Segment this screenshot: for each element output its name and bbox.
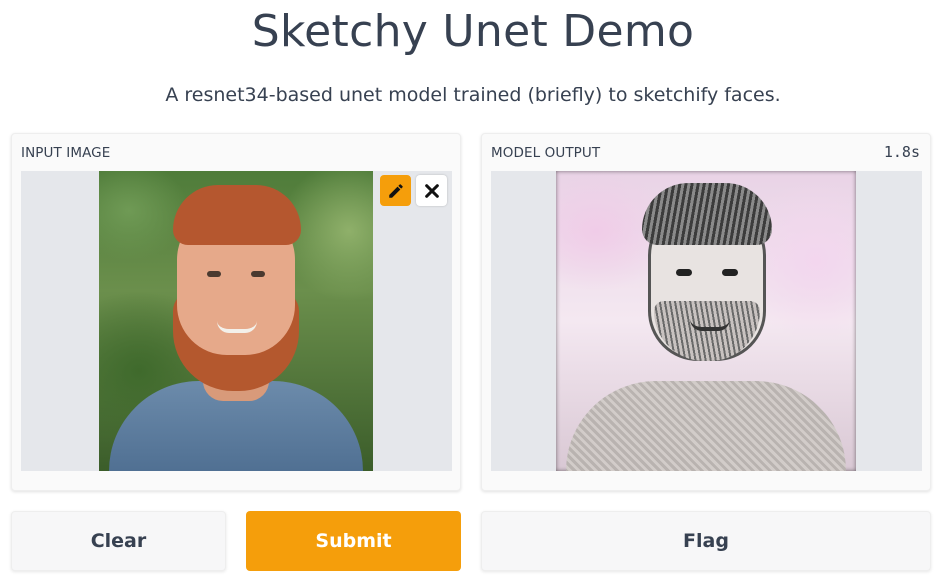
remove-image-button[interactable] [416, 175, 447, 206]
edit-image-button[interactable] [380, 175, 411, 206]
flag-button[interactable]: Flag [481, 511, 931, 571]
output-image-area [491, 171, 922, 471]
model-output-label: MODEL OUTPUT [491, 145, 601, 161]
submit-button[interactable]: Submit [246, 511, 461, 571]
input-photo [99, 171, 373, 471]
page-description: A resnet34-based unet model trained (bri… [165, 84, 781, 106]
output-sketch-image [556, 171, 856, 471]
input-image-panel: INPUT IMAGE [11, 133, 461, 491]
input-image-label: INPUT IMAGE [21, 145, 111, 161]
model-output-panel: MODEL OUTPUT 1.8s [481, 133, 931, 491]
pencil-icon [388, 183, 403, 198]
clear-button[interactable]: Clear [11, 511, 226, 571]
inference-time: 1.8s [883, 143, 920, 161]
input-image-dropzone[interactable] [21, 171, 452, 471]
page-title: Sketchy Unet Demo [251, 6, 695, 57]
close-icon [424, 183, 439, 198]
